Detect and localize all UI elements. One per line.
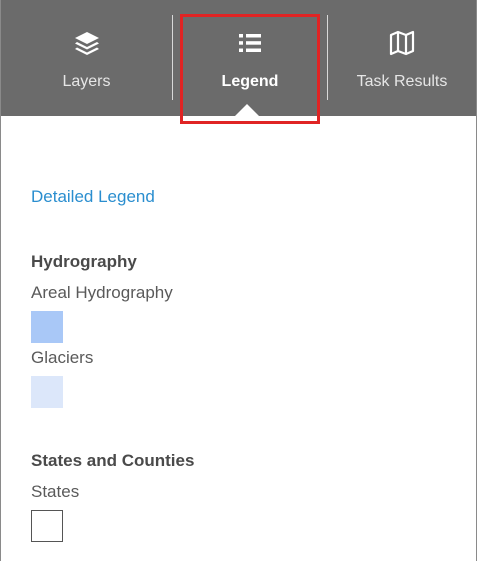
- legend-swatch-areal-hydrography: [31, 311, 63, 343]
- tab-task-results-label: Task Results: [356, 73, 448, 90]
- legend-swatch-glaciers: [31, 376, 63, 408]
- tab-legend-label: Legend: [221, 73, 279, 90]
- layers-icon: [74, 30, 100, 56]
- tab-layers-label: Layers: [62, 73, 111, 90]
- legend-item-label: States: [31, 482, 80, 501]
- map-icon: [389, 30, 415, 56]
- tab-layers[interactable]: Layers: [1, 0, 172, 116]
- detailed-legend-link[interactable]: Detailed Legend: [31, 187, 155, 207]
- legend-group-title: Hydrography: [31, 252, 137, 271]
- tab-task-results[interactable]: Task Results: [328, 0, 476, 116]
- legend-item-label: Areal Hydrography: [31, 283, 173, 302]
- list-icon: [237, 30, 263, 56]
- legend-group-title: States and Counties: [31, 451, 195, 470]
- legend-swatch-states: [31, 510, 63, 542]
- active-tab-caret: [235, 104, 259, 116]
- legend-panel: Layers Legend Task Results Detailed Lege…: [0, 0, 477, 561]
- tab-legend[interactable]: Legend: [173, 0, 327, 116]
- tab-bar: Layers Legend Task Results: [1, 0, 476, 116]
- legend-item-label: Glaciers: [31, 348, 94, 367]
